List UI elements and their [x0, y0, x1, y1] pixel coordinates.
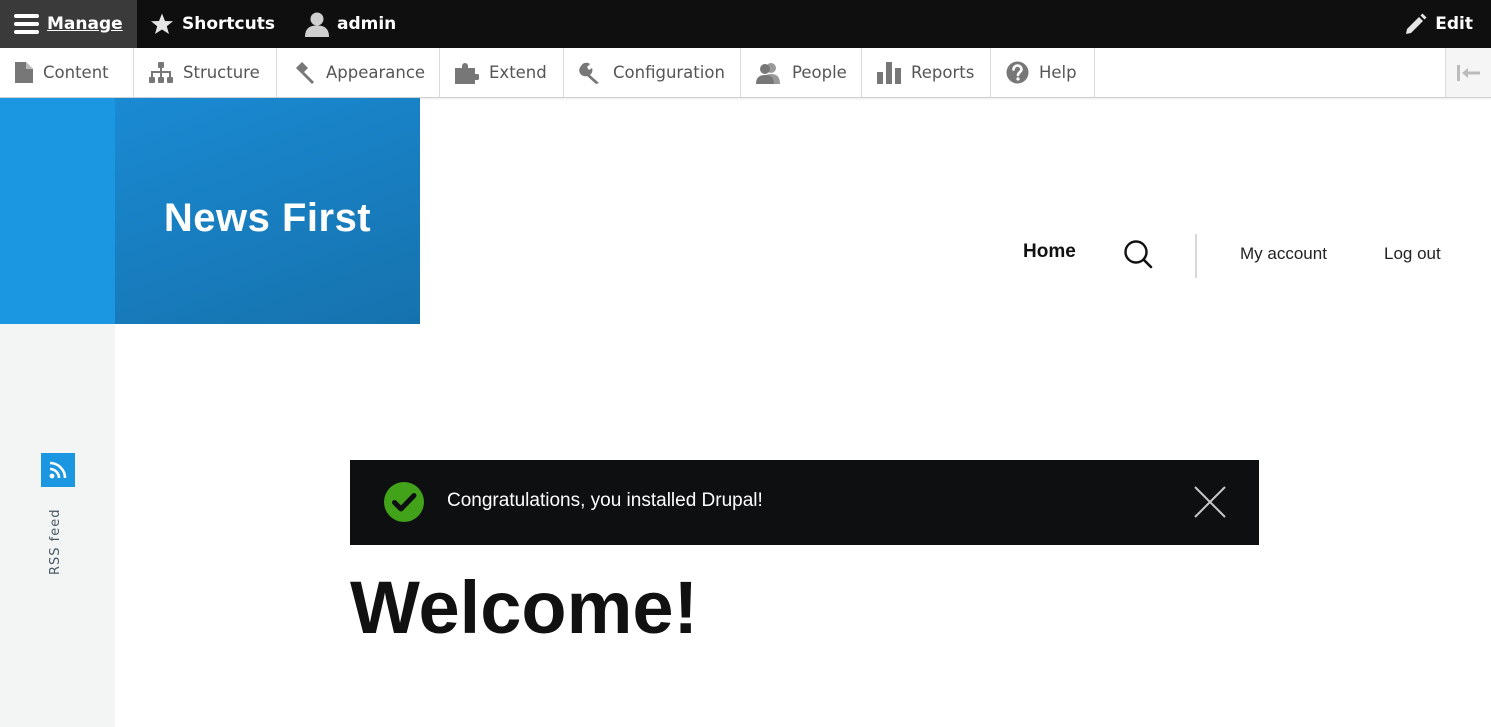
rss-feed-link[interactable]: RSS feed: [48, 509, 63, 576]
check-circle-icon: [384, 482, 424, 522]
logout-link[interactable]: Log out: [1384, 244, 1441, 264]
left-sidebar: RSS feed: [0, 98, 115, 727]
manage-tab[interactable]: Manage: [0, 0, 137, 48]
tray-item-extend[interactable]: Extend: [440, 48, 564, 97]
nav-home-link[interactable]: Home: [1023, 241, 1076, 263]
tray-item-reports[interactable]: Reports: [862, 48, 991, 97]
sitemap-icon: [149, 61, 173, 83]
shortcuts-tab[interactable]: Shortcuts: [150, 0, 275, 48]
shortcuts-label: Shortcuts: [182, 14, 275, 34]
tray-item-label: People: [792, 63, 847, 82]
admin-toolbar: Manage Shortcuts admin Edit: [0, 0, 1491, 48]
close-icon[interactable]: [1193, 485, 1227, 519]
tray-item-configuration[interactable]: Configuration: [564, 48, 741, 97]
wrench-icon: [579, 62, 599, 84]
star-icon: [151, 13, 173, 34]
help-icon: [1006, 61, 1029, 84]
tray-item-appearance[interactable]: Appearance: [277, 48, 440, 97]
search-icon[interactable]: [1123, 239, 1153, 269]
manage-label: Manage: [47, 14, 123, 34]
status-message: Congratulations, you installed Drupal!: [350, 460, 1259, 545]
bar-chart-icon: [877, 61, 901, 84]
tray-item-label: Reports: [911, 63, 975, 82]
rss-icon[interactable]: [41, 453, 75, 487]
nav-divider: [1195, 234, 1197, 278]
my-account-link[interactable]: My account: [1240, 244, 1327, 264]
tray-item-structure[interactable]: Structure: [134, 48, 277, 97]
rss-feed-icon: [49, 461, 67, 479]
tray-item-content[interactable]: Content: [0, 48, 134, 97]
status-message-text: Congratulations, you installed Drupal!: [447, 490, 763, 511]
site-branding: News First: [115, 98, 420, 324]
tray-item-label: Structure: [183, 63, 260, 82]
file-icon: [15, 62, 33, 83]
edit-label: Edit: [1435, 14, 1473, 34]
paintbrush-icon: [296, 61, 314, 84]
hamburger-icon: [14, 14, 39, 34]
edit-tab[interactable]: Edit: [1405, 0, 1473, 48]
tray-item-people[interactable]: People: [741, 48, 862, 97]
tray-orientation-toggle[interactable]: [1445, 48, 1491, 97]
tray-item-label: Help: [1039, 63, 1077, 82]
user-icon: [305, 12, 329, 37]
puzzle-icon: [455, 62, 479, 84]
pencil-icon: [1406, 13, 1427, 34]
site-name[interactable]: News First: [164, 196, 371, 241]
page-title: Welcome!: [350, 566, 699, 649]
collapse-arrow-icon: [1456, 64, 1480, 81]
tray-item-label: Configuration: [613, 63, 725, 82]
people-icon: [756, 62, 780, 84]
admin-menu-tray: Content Structure Appearance Extend Conf…: [0, 48, 1491, 98]
tray-item-label: Content: [43, 63, 109, 82]
user-tab[interactable]: admin: [305, 0, 396, 48]
tray-item-help[interactable]: Help: [991, 48, 1095, 97]
tray-item-label: Appearance: [326, 63, 426, 82]
tray-item-label: Extend: [489, 63, 547, 82]
sidebar-brand-strip: [0, 98, 115, 324]
user-label: admin: [337, 14, 397, 34]
